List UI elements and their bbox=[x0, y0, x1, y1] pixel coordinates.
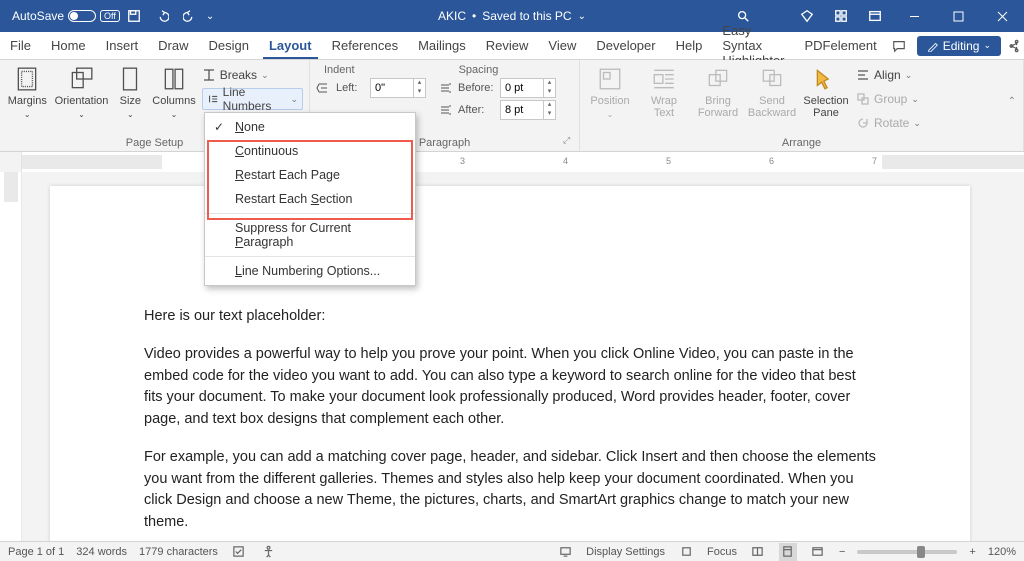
page[interactable]: Here is our text placeholder: Video prov… bbox=[50, 186, 970, 541]
focus-icon[interactable] bbox=[677, 543, 695, 561]
tab-draw[interactable]: Draw bbox=[148, 32, 198, 59]
close-button[interactable] bbox=[980, 0, 1024, 32]
menu-continuous[interactable]: Continuous bbox=[205, 139, 415, 163]
wrap-text-button[interactable]: Wrap Text bbox=[640, 64, 688, 119]
line-numbers-menu: None Continuous Restart Each Page Restar… bbox=[204, 112, 416, 286]
tab-developer[interactable]: Developer bbox=[586, 32, 665, 59]
indent-left-input[interactable]: ▴▾ bbox=[370, 78, 426, 98]
menu-suppress[interactable]: Suppress for Current Paragraph bbox=[205, 216, 415, 254]
tab-design[interactable]: Design bbox=[199, 32, 259, 59]
accessibility-icon[interactable] bbox=[260, 543, 278, 561]
share-icon[interactable]: ⌄ bbox=[1007, 34, 1024, 58]
paragraph: Here is our text placeholder: bbox=[144, 306, 876, 328]
size-button[interactable]: Size⌄ bbox=[114, 64, 146, 119]
paragraph: Video provides a powerful way to help yo… bbox=[144, 344, 876, 431]
word-count[interactable]: 324 words bbox=[76, 546, 127, 558]
redo-icon[interactable] bbox=[176, 0, 204, 32]
tab-easy-syntax-highlighter[interactable]: Easy Syntax Highlighter bbox=[712, 32, 794, 59]
document-area: Here is our text placeholder: Video prov… bbox=[0, 172, 1024, 541]
tab-pdfelement[interactable]: PDFelement bbox=[795, 32, 887, 59]
grid-icon[interactable] bbox=[824, 0, 858, 32]
window-icon[interactable] bbox=[858, 0, 892, 32]
line-numbers-button[interactable]: Line Numbers⌄ bbox=[202, 88, 303, 110]
focus-label[interactable]: Focus bbox=[707, 546, 737, 558]
document-title[interactable]: AKIC • Saved to this PC ⌄ bbox=[438, 9, 586, 23]
print-layout-icon[interactable] bbox=[779, 543, 797, 561]
char-count[interactable]: 1779 characters bbox=[139, 546, 218, 558]
orientation-button[interactable]: Orientation⌄ bbox=[55, 64, 109, 119]
align-button[interactable]: Align⌄ bbox=[856, 64, 921, 86]
menu-none[interactable]: None bbox=[205, 115, 415, 139]
tab-layout[interactable]: Layout bbox=[259, 32, 322, 59]
autosave-state: Off bbox=[100, 10, 120, 22]
send-backward-button[interactable]: Send Backward bbox=[748, 64, 796, 119]
chevron-down-icon: ⌄ bbox=[578, 11, 586, 22]
menu-restart-page[interactable]: Restart Each Page bbox=[205, 163, 415, 187]
ribbon-tabs: File Home Insert Draw Design Layout Refe… bbox=[0, 32, 1024, 60]
status-bar: Page 1 of 1 324 words 1779 characters Di… bbox=[0, 541, 1024, 561]
zoom-slider[interactable] bbox=[857, 550, 957, 554]
diamond-icon[interactable] bbox=[790, 0, 824, 32]
tab-file[interactable]: File bbox=[0, 32, 41, 59]
group-label: Arrange bbox=[586, 135, 1017, 151]
selection-pane-button[interactable]: Selection Pane bbox=[802, 64, 850, 119]
web-layout-icon[interactable] bbox=[809, 543, 827, 561]
zoom-level[interactable]: 120% bbox=[988, 546, 1016, 558]
tab-view[interactable]: View bbox=[538, 32, 586, 59]
title-bar: AutoSave Off ⌄ AKIC • Saved to this PC ⌄ bbox=[0, 0, 1024, 32]
paragraph: For example, you can add a matching cove… bbox=[144, 447, 876, 534]
position-button[interactable]: Position⌄ bbox=[586, 64, 634, 119]
spacing-after-input[interactable]: ▴▾ bbox=[500, 100, 556, 120]
breaks-button[interactable]: Breaks⌄ bbox=[202, 64, 303, 86]
maximize-button[interactable] bbox=[936, 0, 980, 32]
tab-review[interactable]: Review bbox=[476, 32, 539, 59]
autosave-toggle[interactable]: AutoSave Off bbox=[12, 9, 120, 23]
tab-mailings[interactable]: Mailings bbox=[408, 32, 476, 59]
rotate-button[interactable]: Rotate⌄ bbox=[856, 112, 921, 134]
tab-insert[interactable]: Insert bbox=[96, 32, 149, 59]
autosave-label: AutoSave bbox=[12, 9, 64, 23]
save-icon[interactable] bbox=[120, 0, 148, 32]
spellcheck-icon[interactable] bbox=[230, 543, 248, 561]
editing-mode-button[interactable]: Editing ⌄ bbox=[917, 36, 1001, 56]
tab-references[interactable]: References bbox=[322, 32, 408, 59]
undo-icon[interactable] bbox=[148, 0, 176, 32]
read-mode-icon[interactable] bbox=[749, 543, 767, 561]
toggle-icon bbox=[68, 10, 96, 22]
group-button[interactable]: Group⌄ bbox=[856, 88, 921, 110]
tab-home[interactable]: Home bbox=[41, 32, 96, 59]
paragraph-launcher-icon[interactable]: ⤢ bbox=[563, 135, 575, 147]
menu-options[interactable]: Line Numbering Options... bbox=[205, 259, 415, 283]
page-indicator[interactable]: Page 1 of 1 bbox=[8, 546, 64, 558]
ruler: 1 2 3 4 5 6 7 bbox=[0, 152, 1024, 172]
minimize-button[interactable] bbox=[892, 0, 936, 32]
spacing-before-input[interactable]: ▴▾ bbox=[500, 78, 556, 98]
display-settings-icon[interactable] bbox=[556, 543, 574, 561]
group-arrange: Position⌄ Wrap Text Bring Forward Send B… bbox=[580, 60, 1024, 151]
comments-icon[interactable] bbox=[887, 34, 911, 58]
menu-restart-section[interactable]: Restart Each Section bbox=[205, 187, 415, 211]
bring-forward-button[interactable]: Bring Forward bbox=[694, 64, 742, 119]
display-settings-label[interactable]: Display Settings bbox=[586, 546, 665, 558]
zoom-in-button[interactable]: + bbox=[969, 546, 975, 558]
margins-button[interactable]: Margins⌄ bbox=[6, 64, 49, 119]
ribbon-collapse-icon[interactable]: ⌃ bbox=[1008, 96, 1016, 107]
ribbon: Margins⌄ Orientation⌄ Size⌄ Columns⌄ Bre… bbox=[0, 60, 1024, 152]
tab-help[interactable]: Help bbox=[666, 32, 713, 59]
qat-overflow-icon[interactable]: ⌄ bbox=[206, 11, 214, 22]
columns-button[interactable]: Columns⌄ bbox=[152, 64, 195, 119]
zoom-out-button[interactable]: − bbox=[839, 546, 845, 558]
